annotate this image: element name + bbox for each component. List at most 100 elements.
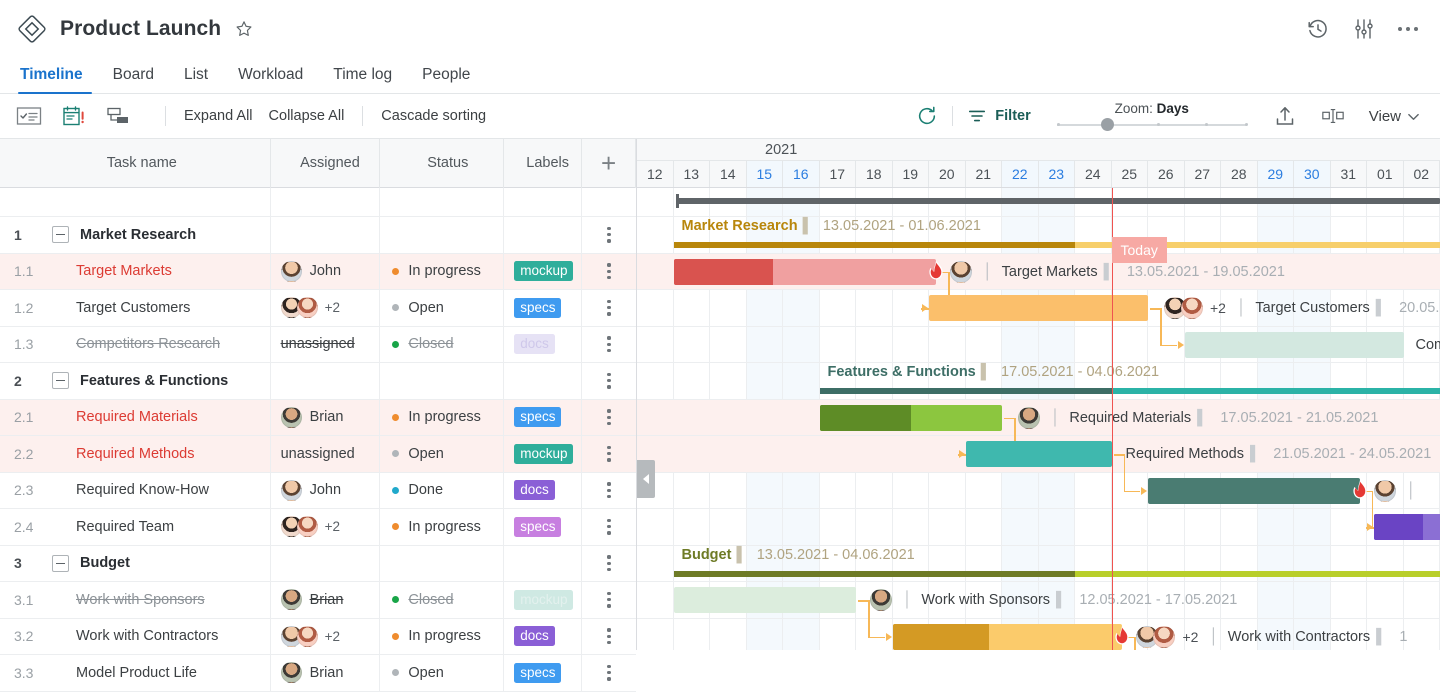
tab-workload[interactable]: Workload [223, 66, 318, 93]
subtask-hierarchy-icon[interactable] [106, 105, 132, 127]
star-outline-icon[interactable] [234, 19, 254, 39]
history-clock-icon[interactable] [1306, 17, 1330, 41]
tab-timeline[interactable]: Timeline [18, 66, 98, 94]
checklist-icon[interactable] [16, 105, 42, 127]
label-chip[interactable]: docs [514, 480, 555, 501]
row-menu-button[interactable] [582, 327, 636, 363]
gantt-day-header[interactable]: 26 [1148, 161, 1185, 187]
row-menu-button[interactable] [582, 217, 636, 253]
label-chip[interactable]: mockup [514, 589, 574, 610]
gantt-day-header[interactable]: 20 [929, 161, 966, 187]
bar-avatar-group[interactable] [950, 260, 973, 283]
gantt-day-header[interactable]: 02 [1404, 161, 1440, 187]
label-chip[interactable]: docs [514, 334, 555, 355]
row-menu-button[interactable] [582, 400, 636, 436]
minus-square-icon[interactable] [52, 372, 69, 390]
gantt-day-header[interactable]: 13 [674, 161, 710, 187]
label-chip[interactable]: specs [514, 662, 562, 683]
refresh-icon[interactable] [916, 105, 938, 127]
gantt-task-bar[interactable] [1184, 331, 1404, 358]
view-dropdown[interactable]: View [1369, 108, 1420, 125]
bar-avatar-group[interactable]: +2 [1136, 624, 1198, 650]
row-menu-button[interactable] [582, 436, 636, 472]
gantt-day-header[interactable]: 16 [783, 161, 820, 187]
column-header-labels[interactable]: Labels [504, 138, 583, 188]
label-chip[interactable]: docs [514, 626, 555, 647]
table-group-row[interactable]: 3 Budget [0, 545, 636, 582]
tab-time-log[interactable]: Time log [318, 66, 407, 93]
tab-list[interactable]: List [169, 66, 223, 93]
add-column-button[interactable]: + [582, 138, 636, 188]
table-row[interactable]: 3.1 Work with Sponsors Brian Closed mockup [0, 582, 636, 619]
bar-avatar-group[interactable] [1373, 479, 1396, 502]
row-menu-button[interactable] [582, 473, 636, 509]
label-chip[interactable]: specs [514, 407, 562, 428]
gantt-day-header[interactable]: 24 [1075, 161, 1112, 187]
row-menu-button[interactable] [582, 619, 636, 655]
minus-square-icon[interactable] [52, 226, 69, 244]
table-group-row[interactable]: 2 Features & Functions [0, 363, 636, 400]
gantt-day-header[interactable]: 12 [637, 161, 674, 187]
gantt-day-header[interactable]: 23 [1038, 161, 1075, 187]
table-row[interactable]: 1.3 Competitors Research unassigned Closed d… [0, 326, 636, 363]
column-header-status[interactable]: Status [380, 138, 505, 188]
gantt-task-bar[interactable] [673, 587, 856, 613]
row-menu-button[interactable] [582, 546, 636, 582]
gantt-task-bar[interactable] [929, 295, 1148, 321]
avatar-group[interactable] [280, 260, 302, 282]
table-row[interactable]: 2.4 Required Team +2 In progress specs [0, 509, 636, 546]
calendar-alert-icon[interactable] [61, 105, 87, 127]
row-menu-button[interactable] [582, 290, 636, 326]
gantt-day-header[interactable]: 14 [710, 161, 747, 187]
zoom-slider[interactable] [1056, 117, 1248, 132]
table-row[interactable]: 3.2 Work with Contractors +2 In progress doc… [0, 618, 636, 655]
tab-board[interactable]: Board [98, 66, 169, 93]
label-chip[interactable]: specs [514, 516, 562, 537]
collapse-panel-handle[interactable] [637, 460, 655, 498]
table-row[interactable]: 2.2 Required Methods unassigned Open mockup [0, 436, 636, 473]
avatar-group[interactable]: +2 [280, 297, 340, 319]
gantt-day-header[interactable]: 25 [1112, 161, 1148, 187]
bar-avatar-group[interactable] [870, 589, 892, 611]
gantt-task-bar[interactable] [673, 258, 937, 285]
table-group-row[interactable]: 1 Market Research [0, 217, 636, 254]
row-menu-button[interactable] [582, 509, 636, 545]
avatar-group[interactable] [280, 406, 302, 428]
gantt-day-header[interactable]: 21 [966, 161, 1002, 187]
column-header-assigned[interactable]: Assigned [271, 138, 381, 188]
label-chip[interactable]: mockup [514, 443, 574, 464]
gantt-task-bar[interactable] [819, 404, 1002, 431]
gantt-task-bar[interactable] [1148, 477, 1360, 504]
zoom-slider-knob[interactable] [1100, 117, 1114, 131]
row-menu-button[interactable] [582, 655, 636, 691]
minus-square-icon[interactable] [52, 554, 69, 572]
gantt-day-header[interactable]: 31 [1331, 161, 1367, 187]
table-row[interactable]: 2.3 Required Know-How John Done docs [0, 472, 636, 509]
expand-all-button[interactable]: Expand All [180, 108, 257, 124]
gantt-task-bar[interactable] [892, 623, 1123, 650]
gantt-task-bar[interactable] [1374, 514, 1440, 540]
gantt-day-header[interactable]: 29 [1257, 161, 1294, 187]
gantt-day-header[interactable]: 28 [1221, 161, 1258, 187]
row-menu-button[interactable] [582, 254, 636, 290]
column-header-task-name[interactable]: Task name [0, 138, 271, 188]
table-row[interactable]: 1.2 Target Customers +2 Open specs [0, 290, 636, 327]
gantt-task-bar[interactable] [965, 441, 1112, 467]
avatar-group[interactable]: +2 [280, 516, 340, 538]
label-chip[interactable]: mockup [514, 261, 574, 282]
bar-avatar-group[interactable] [1018, 406, 1040, 429]
gantt-day-header[interactable]: 18 [856, 161, 893, 187]
row-menu-button[interactable] [582, 582, 636, 618]
gantt-day-header[interactable]: 17 [820, 161, 856, 187]
label-chip[interactable]: specs [514, 297, 562, 318]
avatar-group[interactable] [280, 589, 302, 611]
gantt-day-header[interactable]: 19 [893, 161, 929, 187]
table-row[interactable]: 1.1 Target Markets John In progress mockup [0, 253, 636, 290]
upload-export-icon[interactable] [1273, 104, 1297, 128]
cascade-sorting-button[interactable]: Cascade sorting [377, 108, 490, 124]
table-row[interactable]: 3.3 Model Product Life Brian Open specs [0, 655, 636, 692]
avatar-group[interactable] [280, 662, 302, 684]
bar-avatar-group[interactable]: +2 [1164, 295, 1226, 321]
sliders-icon[interactable] [1352, 17, 1376, 41]
gantt-day-header[interactable]: 22 [1002, 161, 1039, 187]
